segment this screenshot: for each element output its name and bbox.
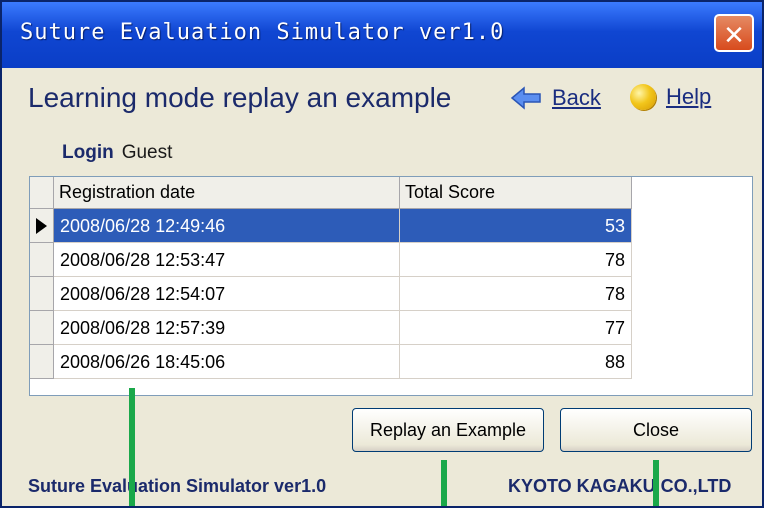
table-header: Registration date Total Score: [30, 177, 632, 209]
back-link[interactable]: Back: [510, 84, 601, 112]
login-value: Guest: [121, 142, 173, 163]
page-title: Learning mode replay an example: [28, 82, 452, 113]
replay-example-button[interactable]: Replay an Example: [352, 408, 544, 452]
cell-registration-date[interactable]: 2008/06/28 12:49:46: [54, 209, 400, 243]
footer-company: KYOTO KAGAKU CO.,LTD: [508, 476, 732, 496]
column-header-total-score[interactable]: Total Score: [400, 177, 632, 209]
cell-total-score[interactable]: 53: [400, 209, 632, 243]
table-row[interactable]: 2008/06/28 12:54:07 78: [30, 277, 632, 311]
column-header-registration-date[interactable]: Registration date: [54, 177, 400, 209]
annotation-marker: [441, 460, 447, 506]
window-title: Suture Evaluation Simulator ver1.0: [20, 20, 505, 45]
close-window-button[interactable]: ✕: [714, 14, 754, 52]
cell-registration-date[interactable]: 2008/06/28 12:53:47: [54, 243, 400, 277]
annotation-marker: [653, 460, 659, 506]
row-header[interactable]: [30, 243, 54, 277]
help-link[interactable]: Help: [630, 84, 711, 110]
cell-total-score[interactable]: 78: [400, 243, 632, 277]
table-corner: [30, 177, 54, 209]
footer-app-name: Suture Evaluation Simulator ver1.0: [28, 476, 327, 496]
login-label: Login: [62, 142, 114, 163]
login-info: Login Guest: [62, 142, 172, 164]
app-window: Suture Evaluation Simulator ver1.0 ✕ Lea…: [0, 0, 764, 508]
close-button[interactable]: Close: [560, 408, 752, 452]
title-bar[interactable]: Suture Evaluation Simulator ver1.0 ✕: [2, 2, 762, 68]
table-row[interactable]: 2008/06/28 12:53:47 78: [30, 243, 632, 277]
close-icon: ✕: [723, 20, 745, 50]
table-row[interactable]: 2008/06/28 12:57:39 77: [30, 311, 632, 345]
table-row[interactable]: 2008/06/28 12:49:46 53: [30, 209, 632, 243]
row-header[interactable]: [30, 311, 54, 345]
results-table[interactable]: Registration date Total Score 2008/06/28…: [29, 176, 753, 396]
cell-registration-date[interactable]: 2008/06/28 12:57:39: [54, 311, 400, 345]
help-circle-icon: [630, 84, 656, 110]
row-header[interactable]: [30, 277, 54, 311]
back-arrow-icon: [510, 86, 541, 110]
cell-registration-date[interactable]: 2008/06/28 12:54:07: [54, 277, 400, 311]
row-header[interactable]: [30, 209, 54, 243]
help-label[interactable]: Help: [666, 84, 711, 110]
cell-registration-date[interactable]: 2008/06/26 18:45:06: [54, 345, 400, 379]
annotation-marker: [129, 388, 135, 506]
cell-total-score[interactable]: 77: [400, 311, 632, 345]
current-row-icon: [36, 218, 47, 234]
back-label[interactable]: Back: [552, 85, 601, 111]
cell-total-score[interactable]: 78: [400, 277, 632, 311]
table-row[interactable]: 2008/06/26 18:45:06 88: [30, 345, 632, 379]
cell-total-score[interactable]: 88: [400, 345, 632, 379]
dialog-content: Learning mode replay an example Back Hel…: [2, 68, 762, 506]
row-header[interactable]: [30, 345, 54, 379]
